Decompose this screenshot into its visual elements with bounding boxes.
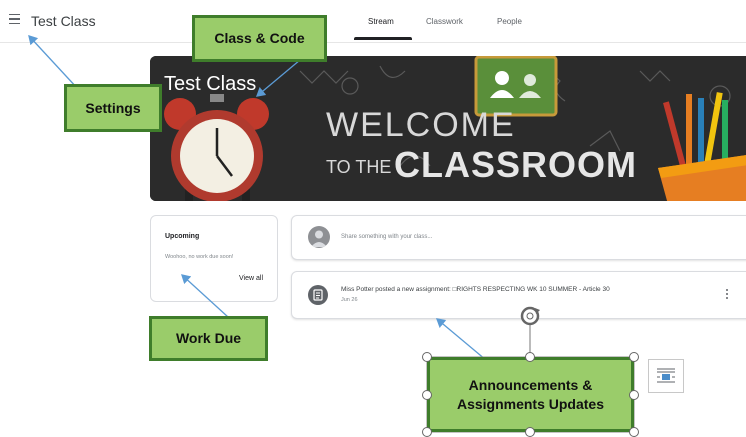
resize-handle-s[interactable]	[525, 427, 535, 437]
text-wrap-icon	[657, 368, 675, 383]
resize-handle-nw[interactable]	[422, 352, 432, 362]
class-code-arrow	[256, 59, 301, 97]
settings-arrow	[28, 35, 79, 90]
announcements-callout-line2: Assignments Updates	[456, 395, 605, 412]
announcements-callout-line1: Announcements &	[468, 376, 593, 393]
layout-options-button[interactable]	[648, 359, 684, 393]
resize-handle-sw[interactable]	[422, 427, 432, 437]
announcements-arrow	[436, 318, 487, 361]
class-code-callout: Class & Code	[192, 15, 327, 62]
rotate-handle-icon	[520, 306, 540, 326]
annotation-arrows	[28, 35, 635, 433]
resize-handle-ne[interactable]	[629, 352, 639, 362]
settings-callout: Settings	[64, 84, 162, 132]
work-due-arrow	[181, 274, 229, 318]
announcements-callout: Announcements & Assignments Updates	[427, 357, 634, 432]
resize-handle-w[interactable]	[422, 390, 432, 400]
work-due-callout: Work Due	[149, 316, 268, 361]
resize-handle-e[interactable]	[629, 390, 639, 400]
resize-handle-se[interactable]	[629, 427, 639, 437]
resize-handle-n[interactable]	[525, 352, 535, 362]
